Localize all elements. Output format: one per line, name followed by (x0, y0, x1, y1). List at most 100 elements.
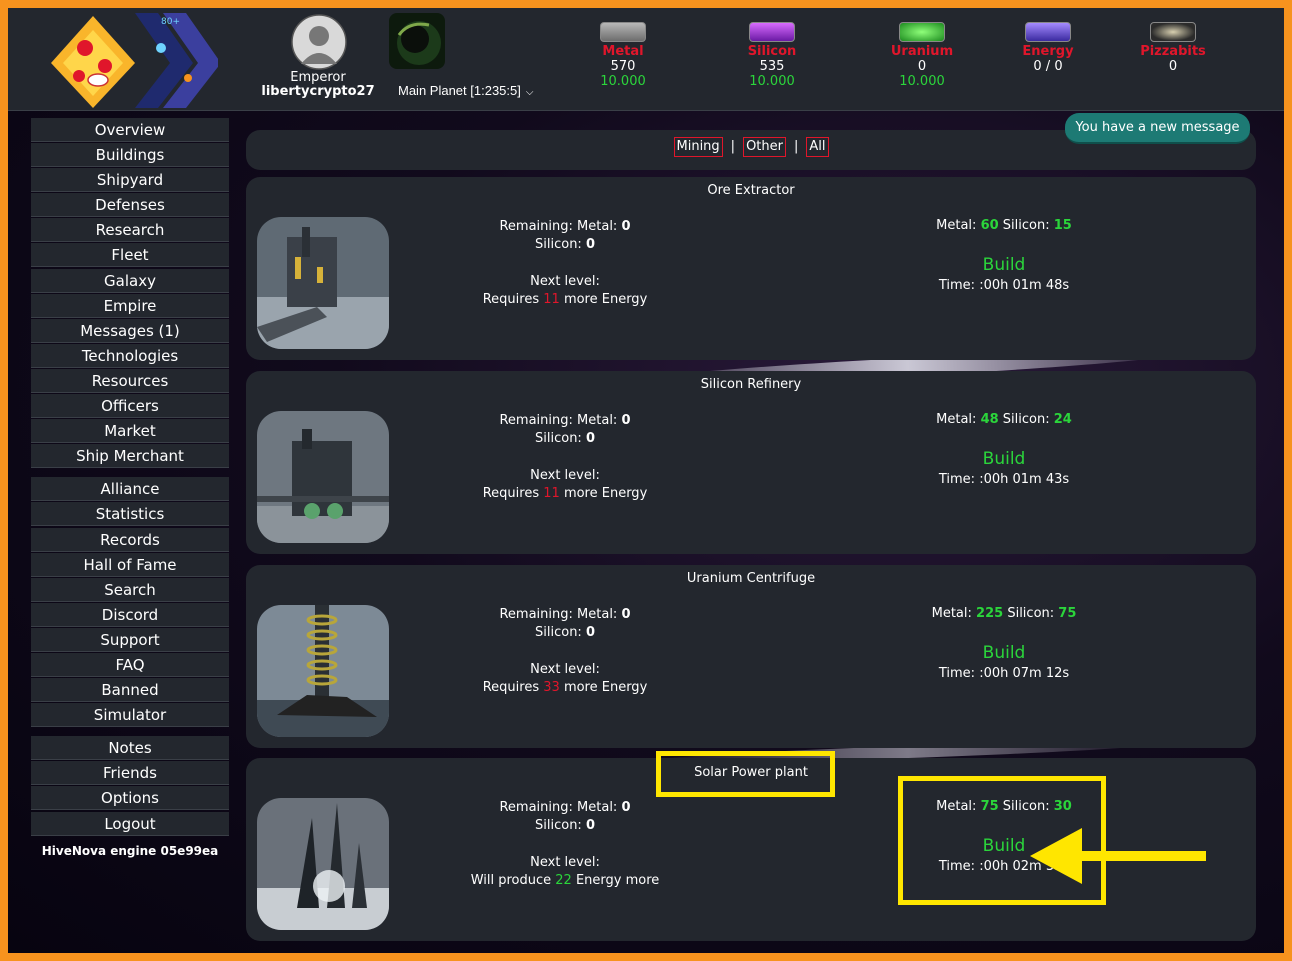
hivenova-logo[interactable]: 80+ (43, 8, 218, 111)
silicon-label: Silicon: (1007, 606, 1055, 621)
sidebar-item-buildings[interactable]: Buildings (31, 143, 229, 168)
resource-value: 0 / 0 (1033, 59, 1063, 74)
building-cost: Metal: 225 Silicon: 75 Build Time: :00h … (894, 606, 1114, 681)
sidebar-item-logout[interactable]: Logout (31, 811, 229, 836)
energy-produced: 22 (555, 873, 572, 888)
sidebar-item-messages[interactable]: Messages (1) (31, 318, 229, 343)
silicon-label: Silicon: (1002, 218, 1050, 233)
cost-silicon: 15 (1053, 218, 1072, 233)
sidebar-item-ship-merchant[interactable]: Ship Merchant (31, 444, 229, 469)
remaining-metal: 0 (621, 607, 631, 622)
silicon-label: Silicon: (535, 818, 582, 833)
building-name: Silicon Refinery (700, 377, 802, 392)
filter-separator: | (730, 139, 736, 154)
remaining-silicon: 0 (585, 625, 595, 640)
filter-all-button[interactable]: All (806, 137, 829, 157)
build-button[interactable]: Build (894, 448, 1114, 470)
resource-silicon: Silicon 535 10.000 (722, 22, 822, 89)
sidebar-item-resources[interactable]: Resources (31, 368, 229, 393)
requires-label: Requires (482, 486, 540, 501)
nav-group-community: Alliance Statistics Records Hall of Fame… (31, 477, 229, 728)
sidebar-item-officers[interactable]: Officers (31, 394, 229, 419)
energy-required: 33 (543, 680, 560, 695)
building-cost: Metal: 48 Silicon: 24 Build Time: :00h 0… (894, 412, 1114, 487)
sidebar-item-research[interactable]: Research (31, 218, 229, 243)
building-name: Uranium Centrifuge (686, 571, 816, 586)
remaining-label: Remaining: (499, 607, 573, 622)
more-energy-label: more Energy (563, 486, 648, 501)
resource-value: 535 (759, 59, 785, 74)
username[interactable]: libertycrypto27 (248, 84, 388, 99)
filter-mining-button[interactable]: Mining (673, 137, 723, 157)
sidebar-item-banned[interactable]: Banned (31, 678, 229, 703)
resource-name: Pizzabits (1140, 44, 1206, 59)
building-image[interactable] (257, 798, 389, 930)
sidebar-item-faq[interactable]: FAQ (31, 652, 229, 677)
cost-silicon: 24 (1053, 412, 1072, 427)
building-image[interactable] (257, 217, 389, 349)
sidebar-item-hall-of-fame[interactable]: Hall of Fame (31, 552, 229, 577)
sidebar-item-support[interactable]: Support (31, 627, 229, 652)
energy-more-label: Energy more (575, 873, 660, 888)
cost-silicon: 75 (1058, 606, 1077, 621)
sidebar-item-fleet[interactable]: Fleet (31, 243, 229, 268)
building-image[interactable] (257, 411, 389, 543)
remaining-metal: 0 (621, 413, 631, 428)
building-name: Ore Extractor (707, 183, 795, 198)
sidebar-item-search[interactable]: Search (31, 577, 229, 602)
sidebar-item-friends[interactable]: Friends (31, 761, 229, 786)
remaining-silicon: 0 (585, 818, 595, 833)
planet-name: Main Planet [1:235:5] (398, 83, 521, 98)
avatar[interactable] (291, 14, 347, 70)
building-remaining: Remaining: Metal: 0 Silicon: 0 Next leve… (430, 412, 700, 503)
resource-capacity: 10.000 (749, 74, 795, 89)
silicon-label: Silicon: (535, 431, 582, 446)
energy-required: 11 (543, 486, 560, 501)
sidebar-item-galaxy[interactable]: Galaxy (31, 268, 229, 293)
sidebar-item-technologies[interactable]: Technologies (31, 343, 229, 368)
metal-label: Metal: (577, 219, 618, 234)
remaining-label: Remaining: (499, 800, 573, 815)
resource-pizzabits: Pizzabits 0 (1123, 22, 1223, 74)
build-button[interactable]: Build (894, 642, 1114, 664)
sidebar-item-defenses[interactable]: Defenses (31, 193, 229, 218)
sidebar-item-empire[interactable]: Empire (31, 293, 229, 318)
sidebar-item-options[interactable]: Options (31, 786, 229, 811)
resource-value: 0 (1168, 59, 1178, 74)
sidebar-item-market[interactable]: Market (31, 419, 229, 444)
next-level-label: Next level: (530, 468, 600, 483)
pizzabits-icon (1150, 22, 1196, 42)
filter-other-button[interactable]: Other (743, 137, 786, 157)
planet-selector[interactable]: Main Planet [1:235:5] ⌵ (398, 83, 533, 98)
remaining-silicon: 0 (585, 431, 595, 446)
metal-label: Metal: (577, 800, 618, 815)
sidebar-item-alliance[interactable]: Alliance (31, 477, 229, 502)
more-energy-label: more Energy (563, 292, 648, 307)
sidebar-item-overview[interactable]: Overview (31, 118, 229, 142)
remaining-silicon: 0 (585, 237, 595, 252)
uranium-icon (899, 22, 945, 42)
build-button[interactable]: Build (894, 254, 1114, 276)
sidebar-item-records[interactable]: Records (31, 527, 229, 552)
remaining-metal: 0 (621, 219, 631, 234)
building-remaining: Remaining: Metal: 0 Silicon: 0 Next leve… (430, 218, 700, 309)
building-image[interactable] (257, 605, 389, 737)
cost-metal: 225 (976, 606, 1004, 621)
sidebar-item-shipyard[interactable]: Shipyard (31, 168, 229, 193)
planet-image[interactable] (389, 13, 445, 69)
building-card-uranium-centrifuge: Uranium Centrifuge Remaining: Metal: 0 S… (246, 565, 1256, 748)
emperor-label: Emperor (290, 70, 346, 85)
new-message-notice[interactable]: You have a new message (1065, 113, 1250, 144)
sidebar-item-notes[interactable]: Notes (31, 736, 229, 761)
will-produce-label: Will produce (470, 873, 552, 888)
cost-metal: 60 (980, 218, 999, 233)
top-bar: 80+ Emperor libertycrypto27 Main Planet … (8, 8, 1284, 111)
engine-version: HiveNova engine 05e99ea (41, 843, 219, 858)
metal-label: Metal: (936, 412, 977, 427)
resource-uranium: Uranium 0 10.000 (872, 22, 972, 89)
sidebar-item-discord[interactable]: Discord (31, 602, 229, 627)
sidebar-item-simulator[interactable]: Simulator (31, 703, 229, 728)
resource-capacity: 10.000 (600, 74, 646, 89)
sidebar-item-statistics[interactable]: Statistics (31, 502, 229, 527)
resource-metal: Metal 570 10.000 (573, 22, 673, 89)
